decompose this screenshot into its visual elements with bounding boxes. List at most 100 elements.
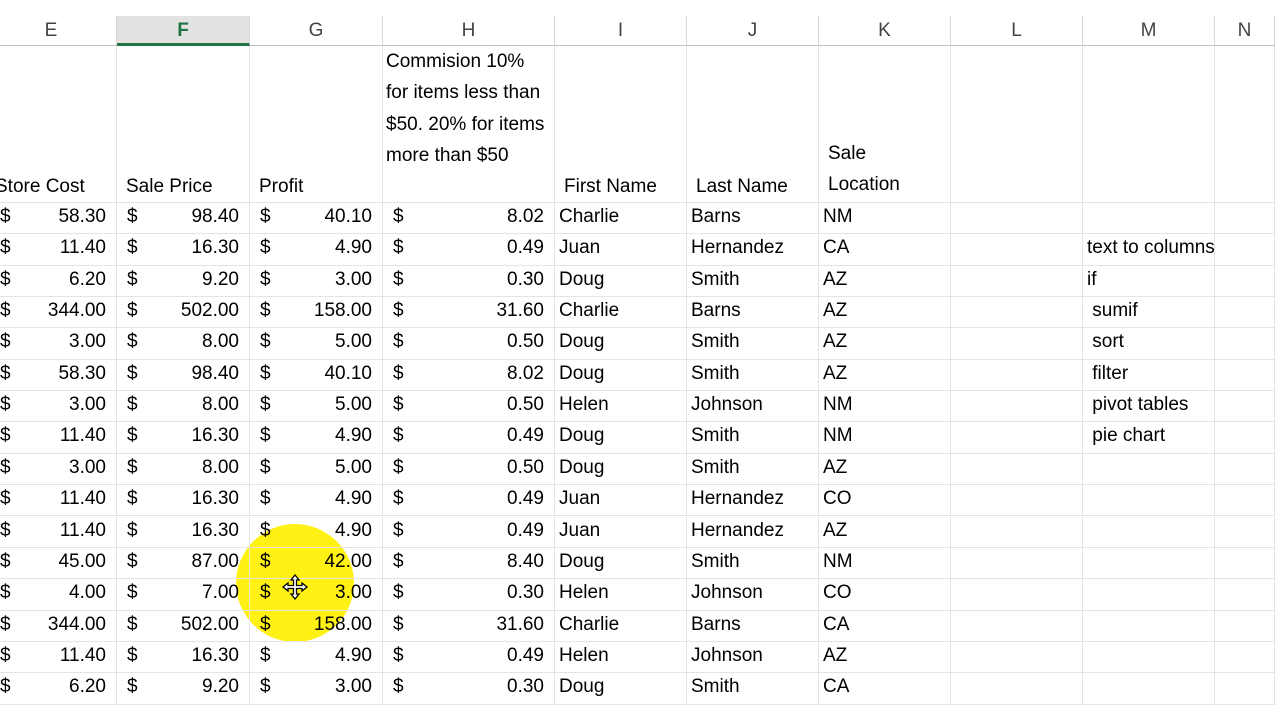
cell-empty[interactable] bbox=[951, 547, 1083, 580]
cell-store-cost[interactable]: $3.00 bbox=[0, 453, 117, 486]
cell-store-cost[interactable]: $11.40 bbox=[0, 234, 117, 266]
cell-note[interactable] bbox=[1083, 453, 1215, 486]
cell-store-cost[interactable]: $6.20 bbox=[0, 265, 117, 298]
cell-sale-price[interactable]: $7.00 bbox=[117, 579, 250, 611]
cell-last-name[interactable]: Smith bbox=[687, 359, 819, 392]
cell-profit[interactable]: $4.90 bbox=[250, 641, 383, 674]
cell-store-cost[interactable]: $11.40 bbox=[0, 641, 117, 674]
cell-first-name[interactable]: Charlie bbox=[555, 297, 687, 329]
cell-last-name[interactable]: Smith bbox=[687, 265, 819, 298]
cell-note[interactable] bbox=[1083, 203, 1215, 235]
cell-empty[interactable] bbox=[951, 391, 1083, 423]
cell-location[interactable]: CO bbox=[819, 485, 951, 517]
header-profit[interactable]: Profit bbox=[250, 46, 383, 203]
cell-last-name[interactable]: Johnson bbox=[687, 641, 819, 674]
cell-location[interactable]: NM bbox=[819, 203, 951, 235]
cell-store-cost[interactable]: $3.00 bbox=[0, 391, 117, 423]
cell-store-cost[interactable]: $4.00 bbox=[0, 579, 117, 611]
cell-note[interactable]: sort bbox=[1083, 328, 1215, 360]
cell-first-name[interactable]: Charlie bbox=[555, 610, 687, 642]
cell-empty[interactable] bbox=[951, 297, 1083, 329]
cell-empty[interactable] bbox=[1215, 547, 1275, 580]
column-header-l[interactable]: L bbox=[951, 16, 1083, 46]
cell-location[interactable]: CA bbox=[819, 234, 951, 266]
cell-first-name[interactable]: Doug bbox=[555, 328, 687, 360]
cell-empty[interactable] bbox=[1215, 673, 1275, 705]
cell-commission[interactable]: $8.40 bbox=[383, 547, 555, 580]
cell-first-name[interactable]: Doug bbox=[555, 453, 687, 486]
cell-first-name[interactable]: Doug bbox=[555, 265, 687, 298]
cell-note[interactable]: sumif bbox=[1083, 297, 1215, 329]
cell-empty[interactable] bbox=[1215, 297, 1275, 329]
cell-commission[interactable]: $8.02 bbox=[383, 359, 555, 392]
cell-empty[interactable] bbox=[1215, 203, 1275, 235]
cell-commission[interactable]: $0.30 bbox=[383, 265, 555, 298]
cell-empty[interactable] bbox=[951, 359, 1083, 392]
cell-empty[interactable] bbox=[951, 485, 1083, 517]
cell-store-cost[interactable]: $58.30 bbox=[0, 203, 117, 235]
cell-sale-price[interactable]: $98.40 bbox=[117, 203, 250, 235]
cell-sale-price[interactable]: $8.00 bbox=[117, 391, 250, 423]
column-header-i[interactable]: I bbox=[555, 16, 687, 46]
cell-first-name[interactable]: Helen bbox=[555, 391, 687, 423]
cell-first-name[interactable]: Doug bbox=[555, 422, 687, 454]
cell-commission[interactable]: $0.30 bbox=[383, 673, 555, 705]
cell-commission[interactable]: $0.49 bbox=[383, 641, 555, 674]
cell-note[interactable]: pivot tables bbox=[1083, 391, 1215, 423]
cell-last-name[interactable]: Hernandez bbox=[687, 485, 819, 517]
cell-empty[interactable] bbox=[1215, 516, 1275, 548]
cell-note[interactable] bbox=[1083, 579, 1215, 611]
cell-empty[interactable] bbox=[951, 203, 1083, 235]
cell-empty[interactable] bbox=[1215, 453, 1275, 486]
cell-last-name[interactable]: Barns bbox=[687, 610, 819, 642]
cell-first-name[interactable]: Helen bbox=[555, 579, 687, 611]
cell-note[interactable] bbox=[1083, 485, 1215, 517]
cell-profit[interactable]: $3.00 bbox=[250, 673, 383, 705]
cell-last-name[interactable]: Johnson bbox=[687, 579, 819, 611]
header-store-cost[interactable]: Store Cost bbox=[0, 46, 117, 203]
cell-empty[interactable] bbox=[951, 328, 1083, 360]
cell-sale-price[interactable]: $87.00 bbox=[117, 547, 250, 580]
cell-commission[interactable]: $0.49 bbox=[383, 485, 555, 517]
cell-first-name[interactable]: Doug bbox=[555, 359, 687, 392]
cell-empty[interactable] bbox=[1215, 610, 1275, 642]
cell-sale-price[interactable]: $16.30 bbox=[117, 485, 250, 517]
header-sale-location[interactable]: Sale Location bbox=[819, 46, 951, 203]
cell-location[interactable]: CA bbox=[819, 673, 951, 705]
cell-profit[interactable]: $5.00 bbox=[250, 328, 383, 360]
cell-note[interactable] bbox=[1083, 610, 1215, 642]
header-empty-n[interactable] bbox=[1215, 46, 1275, 203]
cell-first-name[interactable]: Juan bbox=[555, 516, 687, 548]
cell-last-name[interactable]: Smith bbox=[687, 453, 819, 486]
cell-location[interactable]: NM bbox=[819, 547, 951, 580]
cell-sale-price[interactable]: $16.30 bbox=[117, 422, 250, 454]
cell-commission[interactable]: $8.02 bbox=[383, 203, 555, 235]
cell-last-name[interactable]: Hernandez bbox=[687, 516, 819, 548]
cell-profit[interactable]: $4.90 bbox=[250, 485, 383, 517]
cell-sale-price[interactable]: $16.30 bbox=[117, 516, 250, 548]
cell-commission[interactable]: $0.30 bbox=[383, 579, 555, 611]
cell-location[interactable]: AZ bbox=[819, 453, 951, 486]
cell-location[interactable]: AZ bbox=[819, 359, 951, 392]
cell-profit[interactable]: $4.90 bbox=[250, 422, 383, 454]
cell-note[interactable] bbox=[1083, 641, 1215, 674]
cell-profit[interactable]: $158.00 bbox=[250, 610, 383, 642]
cell-location[interactable]: CA bbox=[819, 610, 951, 642]
cell-first-name[interactable]: Juan bbox=[555, 234, 687, 266]
cell-store-cost[interactable]: $344.00 bbox=[0, 297, 117, 329]
cell-location[interactable]: AZ bbox=[819, 265, 951, 298]
cell-profit[interactable]: $40.10 bbox=[250, 203, 383, 235]
cell-store-cost[interactable]: $11.40 bbox=[0, 422, 117, 454]
cell-store-cost[interactable]: $45.00 bbox=[0, 547, 117, 580]
cell-empty[interactable] bbox=[951, 422, 1083, 454]
cell-commission[interactable]: $0.49 bbox=[383, 516, 555, 548]
cell-location[interactable]: AZ bbox=[819, 516, 951, 548]
cell-last-name[interactable]: Smith bbox=[687, 547, 819, 580]
cell-empty[interactable] bbox=[1215, 234, 1275, 266]
cell-last-name[interactable]: Smith bbox=[687, 673, 819, 705]
cell-commission[interactable]: $0.49 bbox=[383, 422, 555, 454]
cell-commission[interactable]: $31.60 bbox=[383, 610, 555, 642]
column-header-j[interactable]: J bbox=[687, 16, 819, 46]
column-header-g[interactable]: G bbox=[250, 16, 383, 46]
cell-store-cost[interactable]: $11.40 bbox=[0, 516, 117, 548]
